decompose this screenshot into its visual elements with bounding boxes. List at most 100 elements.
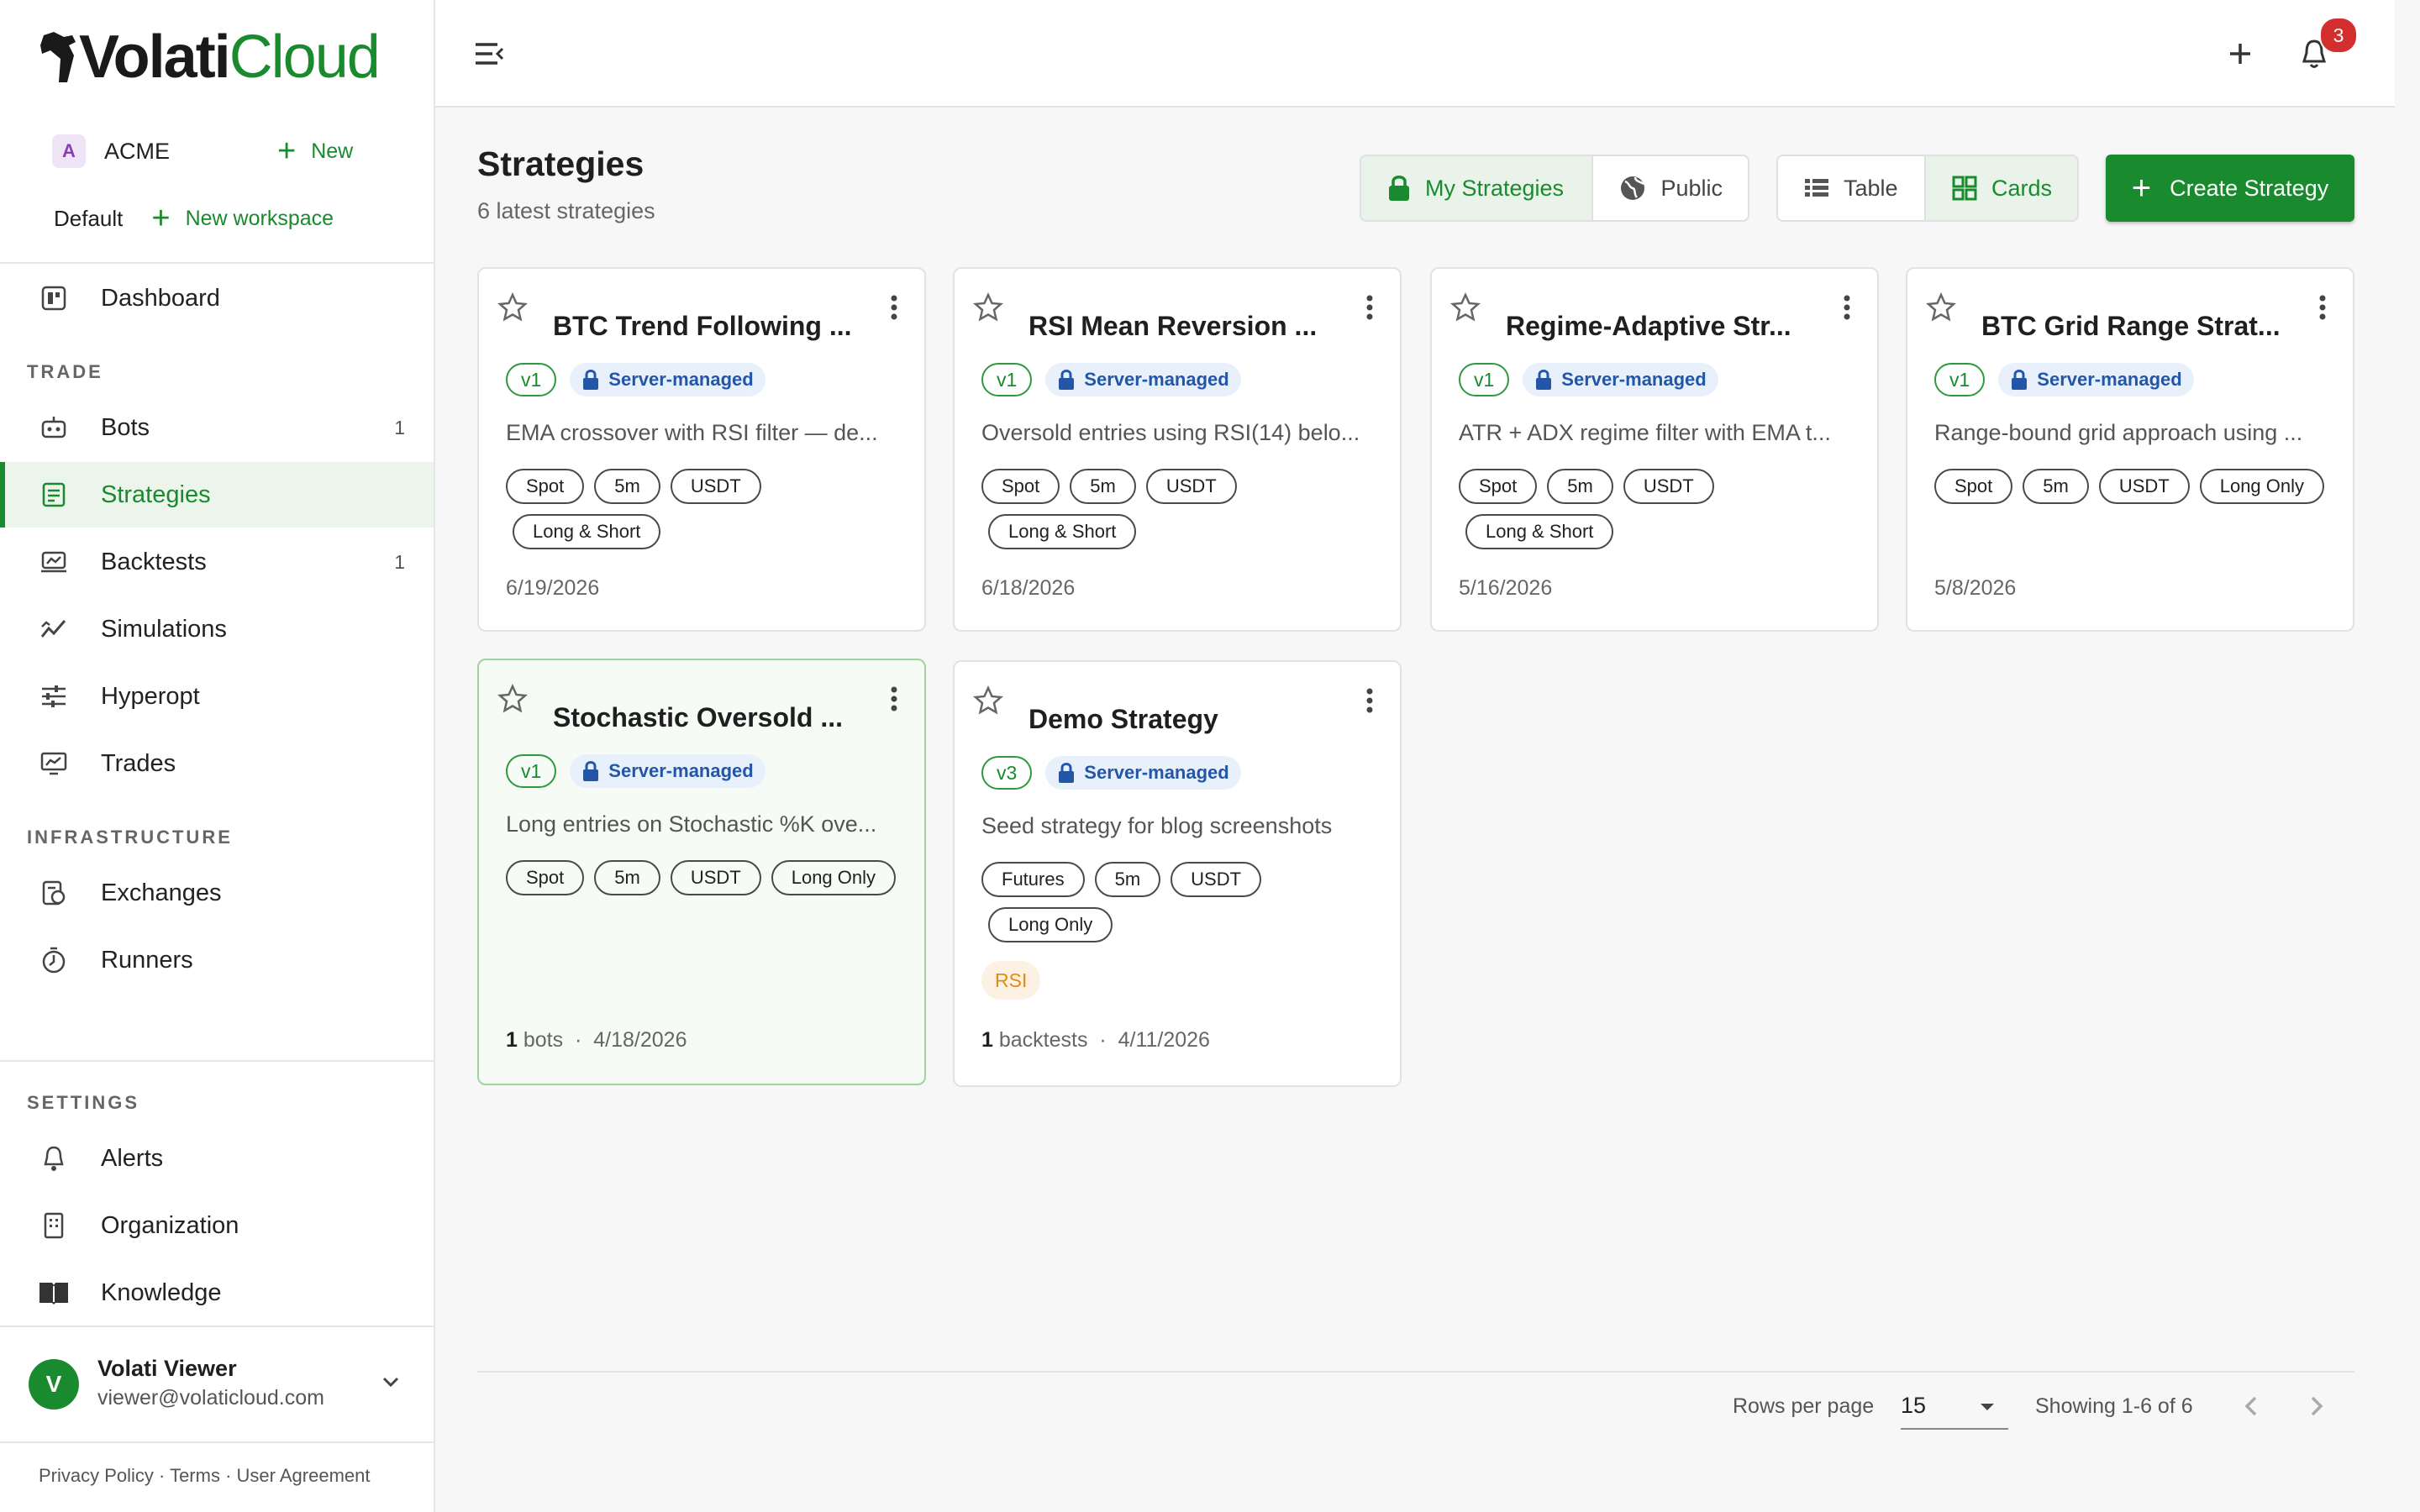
nav-item-hyperopt[interactable]: Hyperopt (0, 664, 434, 729)
new-org-button[interactable]: + New (277, 131, 353, 171)
nav-item-runners[interactable]: Runners (0, 927, 434, 993)
menu-collapse-icon[interactable] (472, 37, 506, 75)
server-managed-badge: Server-managed (570, 754, 765, 788)
footer-links[interactable]: Privacy Policy · Terms · User Agreement (39, 1465, 370, 1487)
tag-market: Spot (506, 469, 585, 504)
star-icon[interactable] (497, 291, 529, 327)
server-managed-label: Server-managed (2037, 369, 2182, 390)
chevron-left-icon[interactable] (2235, 1389, 2269, 1427)
nav-item-alerts[interactable]: Alerts (0, 1126, 434, 1191)
more-options-icon[interactable] (1365, 687, 1375, 718)
bot-count-unit: bots (523, 1028, 564, 1052)
separator: · (1093, 1028, 1113, 1052)
separator: · (569, 1028, 588, 1052)
strategy-card[interactable]: Stochastic Oversold ... v1 Server-manage… (477, 659, 926, 1085)
user-menu[interactable]: V Volati Viewer viewer@volaticloud.com (29, 1354, 407, 1415)
strategy-card[interactable]: Regime-Adaptive Str... v1 Server-managed… (1430, 267, 1879, 632)
table-view-button[interactable]: Table (1778, 156, 1924, 220)
tag-list: Futures 5m USDT Long Only (981, 862, 1385, 942)
strategy-card[interactable]: Demo Strategy v3 Server-managed Seed str… (953, 660, 1402, 1087)
tag-direction: Long Only (771, 860, 897, 895)
strategy-card[interactable]: RSI Mean Reversion ... v1 Server-managed… (953, 267, 1402, 632)
tag-timeframe: 5m (594, 469, 660, 504)
nav-item-knowledge[interactable]: Knowledge (0, 1260, 434, 1326)
strategy-title: BTC Grid Range Strat... (1981, 311, 2281, 341)
my-strategies-button[interactable]: My Strategies (1361, 156, 1592, 220)
nav-item-backtests[interactable]: Backtests 1 (0, 529, 434, 595)
lock-icon (1059, 370, 1075, 390)
ownership-toggle: My Strategies Public (1360, 155, 1749, 222)
nav-label: Dashboard (101, 284, 220, 312)
user-email: viewer@volaticloud.com (97, 1386, 324, 1410)
nav-item-dashboard[interactable]: Dashboard (0, 265, 434, 331)
timer-icon (37, 943, 71, 977)
cards-view-button[interactable]: Cards (1923, 156, 2077, 220)
nav-item-trades[interactable]: Trades (0, 731, 434, 796)
brand-logo[interactable]: VolatiCloud (39, 24, 381, 91)
strategy-title: Stochastic Oversold ... (553, 702, 843, 732)
backtest-count-unit: backtests (998, 1028, 1088, 1052)
strategy-card[interactable]: BTC Grid Range Strat... v1 Server-manage… (1906, 267, 2354, 632)
star-icon[interactable] (972, 685, 1004, 720)
more-options-icon[interactable] (1842, 294, 1852, 325)
nav-label: Exchanges (101, 879, 222, 906)
rows-per-page-select[interactable]: 15 (1901, 1386, 2008, 1430)
pagination-range: Showing 1-6 of 6 (2035, 1394, 2193, 1418)
monitor-chart-icon (37, 747, 71, 780)
chevron-right-icon[interactable] (2299, 1389, 2333, 1427)
nav-item-bots[interactable]: Bots 1 (0, 395, 434, 460)
more-options-icon[interactable] (2317, 294, 2328, 325)
more-options-icon[interactable] (889, 685, 899, 717)
notification-badge: 3 (2319, 17, 2358, 54)
strategy-date: 5/8/2026 (1934, 576, 2017, 600)
version-badge: v1 (506, 363, 557, 396)
strategy-description: Long entries on Stochastic %K ove... (506, 811, 877, 837)
nav-label: Runners (101, 946, 193, 974)
server-managed-badge: Server-managed (1523, 363, 1718, 396)
section-heading-trade: TRADE (27, 361, 103, 382)
nav-item-organization[interactable]: Organization (0, 1193, 434, 1258)
strategy-title: Regime-Adaptive Str... (1506, 311, 1791, 341)
public-button[interactable]: Public (1591, 156, 1748, 220)
server-managed-badge: Server-managed (1998, 363, 2194, 396)
more-options-icon[interactable] (889, 294, 899, 325)
nav-item-simulations[interactable]: Simulations (0, 596, 434, 662)
nav-item-exchanges[interactable]: Exchanges (0, 860, 434, 926)
star-icon[interactable] (1925, 291, 1957, 327)
workspace-name[interactable]: Default (54, 206, 123, 232)
chevron-down-icon[interactable] (380, 1371, 402, 1397)
tag-direction: Long Only (988, 907, 1113, 942)
org-avatar: A (52, 134, 86, 168)
tag-quote: USDT (1171, 862, 1262, 897)
brand-name-part2: Cloud (229, 24, 381, 91)
nav-label: Hyperopt (101, 682, 200, 710)
tag-list: Spot 5m USDT Long & Short (1459, 469, 1862, 549)
nav-label: Trades (101, 749, 176, 777)
nav-label: Organization (101, 1211, 239, 1239)
section-heading-settings: SETTINGS (27, 1092, 140, 1113)
nav-item-strategies[interactable]: Strategies (0, 462, 434, 528)
indicator-chip: RSI (981, 961, 1041, 1000)
server-managed-label: Server-managed (1561, 369, 1707, 390)
view-toggle: Table Cards (1776, 155, 2079, 222)
strategy-meta: 1 bots · 4/18/2026 (506, 1028, 687, 1053)
org-name: ACME (104, 138, 171, 164)
add-icon[interactable] (2220, 34, 2260, 74)
plus-icon: + (2131, 170, 2152, 207)
tag-direction: Long & Short (513, 514, 661, 549)
lock-icon (583, 761, 599, 781)
strategy-icon (37, 478, 71, 512)
brand-name-part1: Volati (79, 24, 231, 91)
simulation-icon (37, 612, 71, 646)
card-badges: v1 Server-managed (981, 363, 1241, 396)
star-icon[interactable] (1449, 291, 1481, 327)
new-workspace-label: New workspace (185, 206, 334, 230)
new-workspace-button[interactable]: + New workspace (151, 202, 334, 234)
star-icon[interactable] (972, 291, 1004, 327)
divider (0, 1060, 435, 1062)
star-icon[interactable] (497, 683, 529, 718)
version-badge: v1 (1934, 363, 1986, 396)
strategy-card[interactable]: BTC Trend Following ... v1 Server-manage… (477, 267, 926, 632)
create-strategy-button[interactable]: + Create Strategy (2106, 155, 2354, 222)
more-options-icon[interactable] (1365, 294, 1375, 325)
